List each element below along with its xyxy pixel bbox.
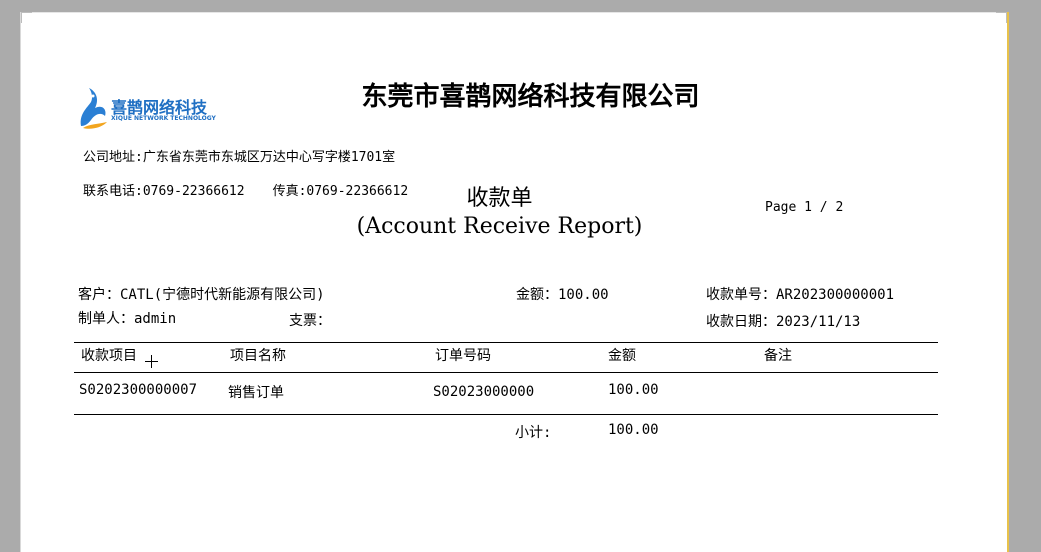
table-cell: S02023000000	[433, 384, 535, 400]
table-header-cell: 项目名称	[230, 348, 286, 364]
margin-corner-mark	[21, 12, 32, 23]
table-header-cell: 订单号码	[435, 348, 491, 364]
table-top-rule	[74, 342, 938, 343]
customer-field: 客户：CATL(宁德时代新能源有限公司)	[78, 287, 325, 303]
document-subtitle: (Account Receive Report)	[356, 214, 643, 239]
margin-corner-mark	[996, 12, 1007, 23]
table-header-cell: 备注	[764, 348, 792, 364]
amount-field: 金额：100.00	[516, 287, 609, 303]
report-page: 喜鹊网络科技 XIQUE NETWORK TECHNOLOGY 东莞市喜鹊网络科…	[20, 12, 1009, 552]
table-cell: S0202300000007	[79, 382, 198, 398]
company-name: 东莞市喜鹊网络科技有限公司	[361, 82, 700, 112]
page-top-edge	[21, 12, 1007, 13]
table-header-cell: 收款项目	[81, 348, 137, 364]
logo-subtext: XIQUE NETWORK TECHNOLOGY	[111, 115, 216, 122]
document-title: 收款单	[466, 186, 533, 211]
receipt-number-field: 收款单号：AR202300000001	[706, 287, 895, 303]
table-cell: 销售订单	[228, 385, 284, 401]
receipt-date-field: 收款日期：2023/11/13	[706, 314, 861, 330]
table-cell: 100.00	[608, 382, 659, 398]
subtotal-value: 100.00	[608, 422, 659, 438]
cheque-field: 支票：	[289, 313, 331, 329]
company-address: 公司地址:广东省东莞市东城区万达中心写字楼1701室	[83, 150, 396, 165]
subtotal-label: 小计:	[515, 425, 552, 441]
table-bottom-rule	[74, 414, 938, 415]
table-header-rule	[74, 372, 938, 373]
table-header-cell: 金额	[608, 348, 636, 364]
creator-field: 制单人：admin	[78, 311, 177, 327]
page-number: Page 1 / 2	[765, 200, 844, 215]
crosshair-cursor-icon	[145, 355, 158, 368]
